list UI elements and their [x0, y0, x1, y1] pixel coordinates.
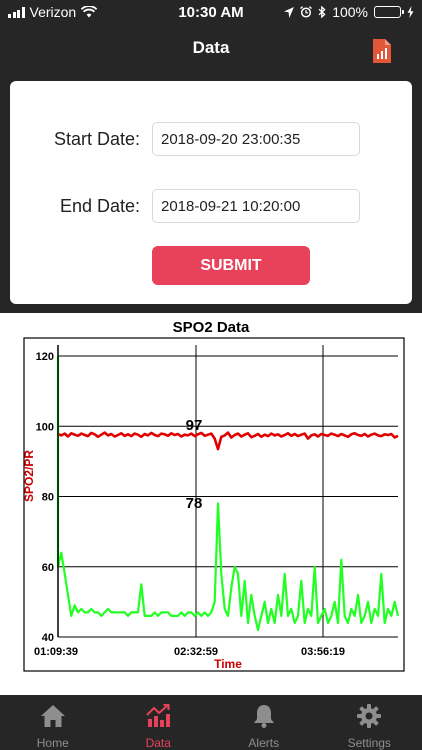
start-date-label: Start Date:: [53, 129, 140, 149]
end-date-input[interactable]: [152, 189, 360, 223]
data-label-pr: 78: [186, 495, 203, 512]
data-label-spo2: 97: [186, 417, 203, 434]
battery-icon: [374, 6, 404, 18]
chart-series: 97 78: [56, 356, 400, 632]
status-bar: Verizon 10:30 AM 100%: [0, 0, 422, 24]
report-chart-icon[interactable]: [373, 39, 391, 63]
chart-title: SPO2 Data: [173, 319, 250, 336]
spo2-chart: SPO2 Data 97 78 40 60 80 100 120 01:09:39 02:32…: [22, 319, 405, 672]
gear-icon: [357, 704, 382, 728]
tab-bar: Home Data Alerts Settings: [0, 695, 422, 750]
tab-home[interactable]: Home: [0, 695, 106, 750]
chart-x-label: Time: [214, 657, 242, 671]
tab-settings-label: Settings: [347, 736, 391, 750]
end-date-label: End Date:: [59, 196, 140, 216]
tab-data[interactable]: Data: [106, 695, 212, 750]
bell-icon: [253, 705, 274, 728]
x-tick-label: 02:32:59: [174, 646, 218, 658]
nav-bar: Data: [0, 24, 422, 72]
y-tick-label: 100: [36, 421, 54, 433]
series-line-pr: [56, 356, 400, 632]
series-line-spo2: [57, 431, 399, 451]
charging-icon: [407, 6, 414, 18]
bluetooth-icon: [318, 6, 326, 18]
tab-alerts[interactable]: Alerts: [211, 695, 317, 750]
x-tick-label: 03:56:19: [301, 646, 345, 658]
page-title: Data: [192, 38, 230, 57]
y-tick-label: 40: [42, 632, 54, 644]
chart-trend-icon: [146, 704, 171, 727]
spo2-chart-panel: SPO2 Data 97 78 40 60 80 100 120 01:09:39 02:32…: [0, 313, 422, 695]
tab-data-label: Data: [145, 736, 171, 750]
tab-alerts-label: Alerts: [248, 736, 280, 750]
status-bar-right: 100%: [284, 4, 414, 20]
start-date-input[interactable]: [152, 122, 360, 156]
chart-y-label: SPO2/PR: [22, 450, 36, 502]
tab-settings[interactable]: Settings: [317, 695, 422, 750]
home-icon: [40, 705, 65, 727]
y-tick-label: 80: [42, 492, 54, 504]
date-range-form: Start Date: End Date: SUBMIT: [10, 81, 412, 304]
tab-home-label: Home: [36, 736, 69, 750]
battery-percent: 100%: [332, 4, 368, 20]
y-tick-label: 120: [36, 351, 54, 363]
alarm-icon: [300, 6, 313, 18]
x-tick-label: 01:09:39: [34, 646, 78, 658]
y-tick-label: 60: [42, 562, 54, 574]
location-icon: [284, 6, 295, 18]
start-date-row: Start Date:: [10, 122, 412, 156]
end-date-row: End Date:: [10, 189, 412, 223]
submit-button[interactable]: SUBMIT: [152, 246, 310, 285]
chart-grid: [58, 345, 398, 638]
